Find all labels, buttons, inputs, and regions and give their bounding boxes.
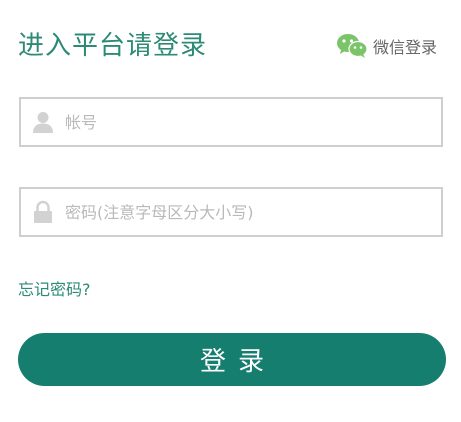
password-field[interactable] (19, 187, 443, 237)
lock-icon (21, 200, 65, 224)
username-field[interactable] (19, 97, 443, 147)
username-input[interactable] (65, 99, 441, 145)
login-button[interactable]: 登录 (18, 333, 446, 386)
wechat-icon (337, 34, 368, 58)
password-input[interactable] (65, 189, 441, 235)
wechat-login-link[interactable]: 微信登录 (336, 32, 437, 60)
forgot-password-link[interactable]: 忘记密码? (18, 276, 91, 300)
wechat-login-label: 微信登录 (373, 38, 438, 57)
page-title: 进入平台请登录 (18, 31, 208, 61)
user-icon (21, 110, 65, 134)
